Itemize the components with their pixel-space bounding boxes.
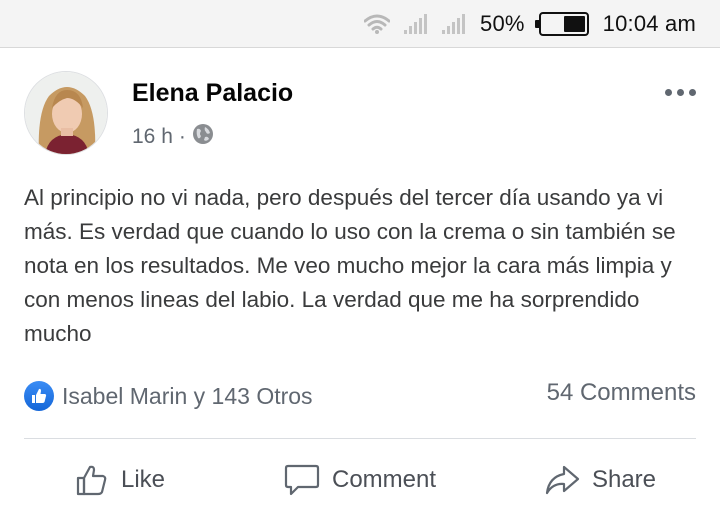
dot-icon — [665, 89, 672, 96]
thumbs-up-icon — [75, 463, 109, 497]
wifi-icon — [364, 14, 391, 34]
comments-count[interactable]: 54 Comments — [547, 379, 696, 407]
signal-icon — [404, 13, 428, 34]
status-bar: 50% 10:04 am — [0, 0, 720, 48]
share-label: Share — [591, 465, 657, 493]
battery-icon — [534, 11, 589, 36]
reactions-summary[interactable]: Isabel Marin y 143 Otros — [24, 381, 313, 411]
signal-icon — [442, 13, 466, 34]
post-card: Elena Palacio 16 h · Al principio no vi … — [0, 49, 720, 520]
dot-icon — [689, 89, 696, 96]
like-reaction-icon — [24, 381, 54, 411]
comment-button[interactable]: Comment — [240, 439, 480, 520]
meta-separator: · — [178, 125, 186, 148]
share-icon — [544, 463, 580, 497]
battery-percent: 50% — [480, 10, 525, 36]
comment-label: Comment — [331, 465, 437, 493]
comment-icon — [284, 463, 320, 497]
battery-fill — [563, 15, 585, 32]
reactions-text: Isabel Marin y 143 Otros — [62, 382, 313, 409]
like-label: Like — [120, 465, 166, 493]
author-name[interactable]: Elena Palacio — [132, 79, 293, 108]
share-button[interactable]: Share — [480, 439, 720, 520]
more-options-button[interactable] — [665, 89, 696, 96]
post-body: Al principio no vi nada, pero después de… — [24, 185, 676, 346]
post-timestamp[interactable]: 16 h — [132, 125, 173, 149]
dot-icon — [677, 89, 684, 96]
post-meta: 16 h · — [132, 123, 214, 151]
globe-icon — [192, 123, 214, 151]
clock: 10:04 am — [602, 10, 696, 36]
like-button[interactable]: Like — [0, 439, 240, 520]
battery-nub — [534, 19, 539, 28]
avatar[interactable] — [24, 71, 108, 155]
action-bar: Like Comment Share — [0, 439, 720, 520]
